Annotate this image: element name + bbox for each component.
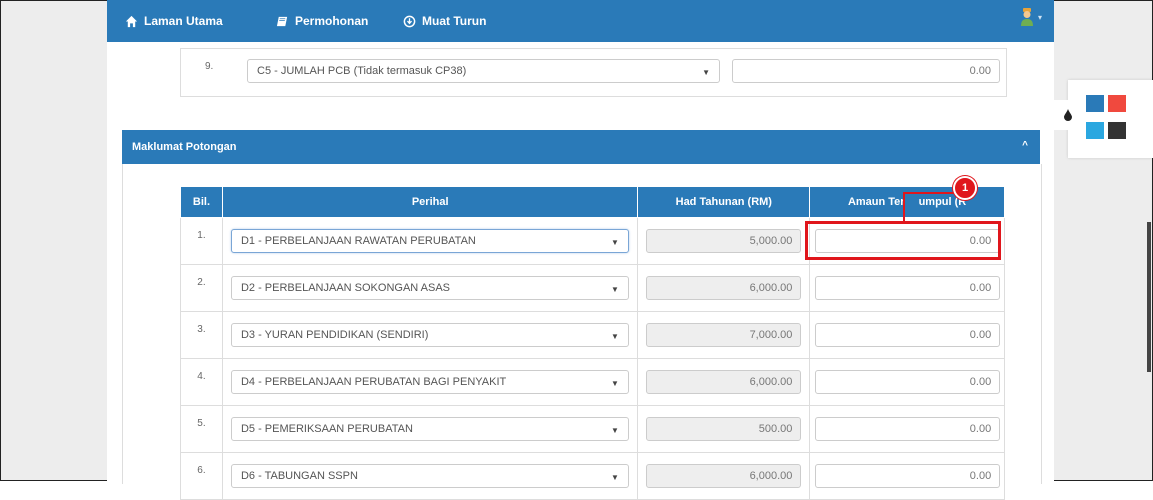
select-value: D6 - TABUNGAN SSPN — [240, 470, 358, 482]
row-number: 9. — [205, 61, 214, 72]
had-tahunan-field: 5,000.00 — [646, 229, 802, 253]
select-value: D5 - PEMERIKSAAN PERUBATAN — [240, 423, 413, 435]
had-tahunan-field: 6,000.00 — [646, 370, 802, 394]
had-cell: 5,000.00 — [637, 217, 811, 265]
table-row: 6. D6 - TABUNGAN SSPN ▼ 6,000.00 0.00 — [180, 452, 1005, 500]
amaun-cell: 0.00 — [809, 452, 1005, 500]
amaun-cell: 0.00 — [809, 405, 1005, 453]
perihal-select[interactable]: D5 - PEMERIKSAAN PERUBATAN ▼ — [230, 417, 629, 441]
chevron-up-icon[interactable]: ^ — [1022, 140, 1028, 151]
amaun-input[interactable]: 0.00 — [815, 370, 1001, 394]
highlight-box — [805, 221, 1001, 260]
row-number: 3. — [180, 311, 223, 359]
table-header-row: Bil. Perihal Had Tahunan (RM) Amaun Ter u… — [180, 186, 1005, 218]
perihal-select[interactable]: D1 - PERBELANJAAN RAWATAN PERUBATAN ▼ — [230, 229, 629, 253]
chevron-down-icon: ▼ — [611, 285, 619, 294]
amaun-input[interactable]: 0.00 — [815, 276, 1001, 300]
amaun-cell: 0.00 — [809, 264, 1005, 312]
droplet-icon — [1064, 109, 1072, 121]
row-number: 5. — [180, 405, 223, 453]
top-navbar: Laman Utama Permohonan Muat Turun ▾ — [107, 0, 1054, 42]
had-tahunan-field: 7,000.00 — [646, 323, 802, 347]
row-number: 6. — [180, 452, 223, 500]
chevron-down-icon: ▼ — [611, 379, 619, 388]
section-title: Maklumat Potongan — [132, 141, 237, 153]
amaun-cell: 0.00 — [809, 311, 1005, 359]
chevron-down-icon: ▼ — [611, 332, 619, 341]
user-menu[interactable]: ▾ — [1020, 8, 1042, 26]
color-swatch-blue[interactable] — [1086, 95, 1104, 112]
color-swatch-dark[interactable] — [1108, 122, 1126, 139]
scrollbar-thumb[interactable] — [1147, 222, 1151, 372]
select-value: D4 - PERBELANJAAN PERUBATAN BAGI PENYAKI… — [240, 376, 507, 388]
row-number: 1. — [180, 217, 223, 265]
amaun-cell: 0.00 — [809, 358, 1005, 406]
table-row: 3. D3 - YURAN PENDIDIKAN (SENDIRI) ▼ 7,0… — [180, 311, 1005, 359]
had-tahunan-field: 6,000.00 — [646, 276, 802, 300]
perihal-cell: D6 - TABUNGAN SSPN ▼ — [221, 452, 639, 500]
col-header-bil: Bil. — [180, 186, 223, 218]
select-value: C5 - JUMLAH PCB (Tidak termasuk CP38) — [257, 65, 467, 77]
select-value: D1 - PERBELANJAAN RAWATAN PERUBATAN — [240, 235, 476, 247]
chevron-down-icon: ▼ — [611, 238, 619, 247]
amount-input[interactable]: 0.00 — [732, 59, 1000, 83]
perihal-cell: D4 - PERBELANJAAN PERUBATAN BAGI PENYAKI… — [221, 358, 639, 406]
nav-home[interactable]: Laman Utama — [125, 13, 223, 29]
color-swatch-lightblue[interactable] — [1086, 122, 1104, 139]
callout-badge: 1 — [953, 176, 977, 200]
had-cell: 500.00 — [637, 405, 811, 453]
chevron-down-icon: ▼ — [611, 426, 619, 435]
callout-line — [903, 192, 905, 221]
nav-permohonan[interactable]: Permohonan — [276, 13, 368, 29]
color-swatch-red[interactable] — [1108, 95, 1126, 112]
section-header[interactable]: Maklumat Potongan ^ — [122, 130, 1040, 164]
had-cell: 6,000.00 — [637, 264, 811, 312]
had-cell: 6,000.00 — [637, 452, 811, 500]
chevron-down-icon: ▾ — [1037, 12, 1042, 22]
table-row: 2. D2 - PERBELANJAAN SOKONGAN ASAS ▼ 6,0… — [180, 264, 1005, 312]
theme-toggle[interactable] — [1053, 100, 1083, 130]
amaun-input[interactable]: 0.00 — [815, 464, 1001, 488]
had-tahunan-field: 500.00 — [646, 417, 802, 441]
nav-muat-turun[interactable]: Muat Turun — [403, 13, 486, 29]
perihal-select[interactable]: D3 - YURAN PENDIDIKAN (SENDIRI) ▼ — [230, 323, 629, 347]
nav-permohonan-label: Permohonan — [295, 14, 369, 28]
perihal-select[interactable]: D6 - TABUNGAN SSPN ▼ — [230, 464, 629, 488]
had-cell: 7,000.00 — [637, 311, 811, 359]
perihal-cell: D1 - PERBELANJAAN RAWATAN PERUBATAN ▼ — [221, 217, 639, 265]
download-circle-icon — [403, 15, 416, 27]
nav-muat-turun-label: Muat Turun — [422, 14, 487, 28]
row-number: 2. — [180, 264, 223, 312]
had-tahunan-field: 6,000.00 — [646, 464, 802, 488]
table-row: 4. D4 - PERBELANJAAN PERUBATAN BAGI PENY… — [180, 358, 1005, 406]
perihal-select[interactable]: D4 - PERBELANJAAN PERUBATAN BAGI PENYAKI… — [230, 370, 629, 394]
col-header-had: Had Tahunan (RM) — [637, 186, 811, 218]
user-avatar-icon — [1020, 8, 1033, 26]
callout-line — [903, 192, 955, 194]
row-number: 4. — [180, 358, 223, 406]
nav-home-label: Laman Utama — [144, 14, 223, 28]
perihal-select[interactable]: C5 - JUMLAH PCB (Tidak termasuk CP38) ▼ — [247, 59, 720, 83]
table-row: 5. D5 - PEMERIKSAAN PERUBATAN ▼ 500.00 0… — [180, 405, 1005, 453]
select-value: D3 - YURAN PENDIDIKAN (SENDIRI) — [240, 329, 429, 341]
col-header-amaun-part1: Amaun Ter — [847, 196, 905, 208]
select-value: D2 - PERBELANJAAN SOKONGAN ASAS — [240, 282, 451, 294]
book-icon — [276, 16, 288, 26]
perihal-select[interactable]: D2 - PERBELANJAAN SOKONGAN ASAS ▼ — [230, 276, 629, 300]
col-header-perihal: Perihal — [221, 186, 639, 218]
perihal-cell: D5 - PEMERIKSAAN PERUBATAN ▼ — [221, 405, 639, 453]
amaun-input[interactable]: 0.00 — [815, 323, 1001, 347]
had-cell: 6,000.00 — [637, 358, 811, 406]
home-icon — [125, 15, 138, 27]
chevron-down-icon: ▼ — [702, 68, 710, 77]
perihal-cell: D3 - YURAN PENDIDIKAN (SENDIRI) ▼ — [221, 311, 639, 359]
perihal-cell: D2 - PERBELANJAAN SOKONGAN ASAS ▼ — [221, 264, 639, 312]
amaun-input[interactable]: 0.00 — [815, 417, 1001, 441]
theme-color-panel — [1053, 80, 1153, 158]
